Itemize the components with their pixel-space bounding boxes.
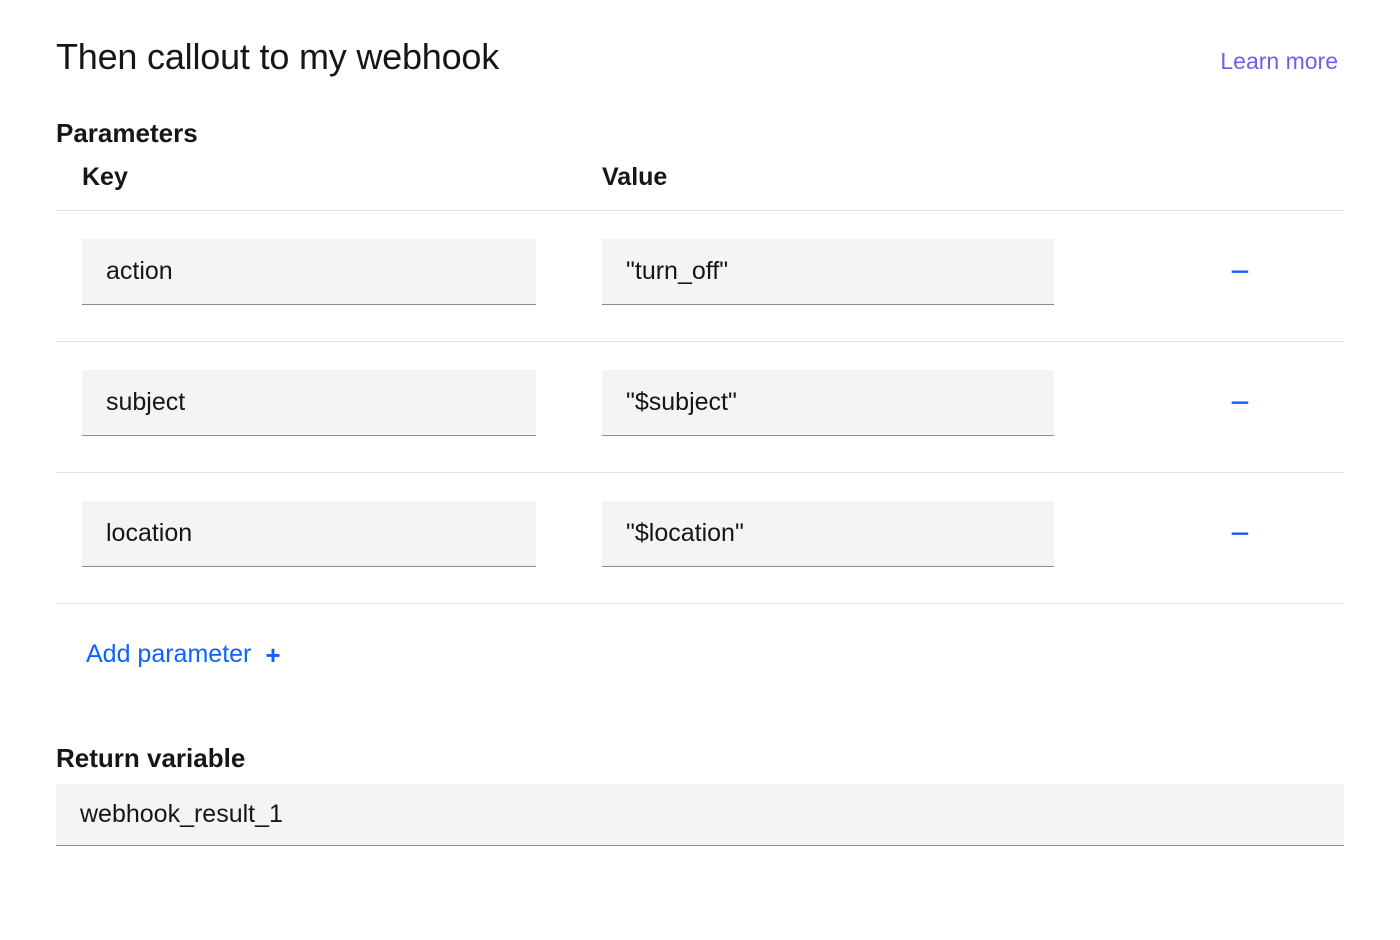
remove-parameter-button[interactable]: − xyxy=(1222,516,1258,552)
add-parameter-label: Add parameter xyxy=(86,640,251,669)
parameter-value-input[interactable] xyxy=(602,239,1054,305)
learn-more-link[interactable]: Learn more xyxy=(1220,48,1338,75)
minus-icon: − xyxy=(1230,386,1250,420)
webhook-config-panel: Then callout to my webhook Learn more Pa… xyxy=(0,0,1400,940)
remove-parameter-button[interactable]: − xyxy=(1222,385,1258,421)
return-variable-input[interactable] xyxy=(56,784,1344,846)
remove-parameter-button[interactable]: − xyxy=(1222,254,1258,290)
add-parameter-button[interactable]: Add parameter + xyxy=(56,604,281,669)
page-title: Then callout to my webhook xyxy=(56,36,499,78)
parameter-value-input[interactable] xyxy=(602,370,1054,436)
table-row: − xyxy=(56,473,1344,604)
table-row: − xyxy=(56,211,1344,342)
return-variable-section: Return variable xyxy=(56,743,1344,846)
column-header-value: Value xyxy=(602,163,1344,192)
title-row: Then callout to my webhook Learn more xyxy=(56,36,1344,78)
parameter-value-input[interactable] xyxy=(602,501,1054,567)
parameters-table: Key Value − − − xyxy=(56,163,1344,604)
parameter-key-input[interactable] xyxy=(82,501,536,567)
minus-icon: − xyxy=(1230,517,1250,551)
minus-icon: − xyxy=(1230,255,1250,289)
parameters-section-label: Parameters xyxy=(56,118,1344,149)
plus-icon: + xyxy=(265,642,280,668)
parameter-key-input[interactable] xyxy=(82,239,536,305)
parameter-key-input[interactable] xyxy=(82,370,536,436)
return-variable-label: Return variable xyxy=(56,743,1344,774)
parameters-header-row: Key Value xyxy=(56,163,1344,211)
column-header-key: Key xyxy=(82,163,602,192)
table-row: − xyxy=(56,342,1344,473)
